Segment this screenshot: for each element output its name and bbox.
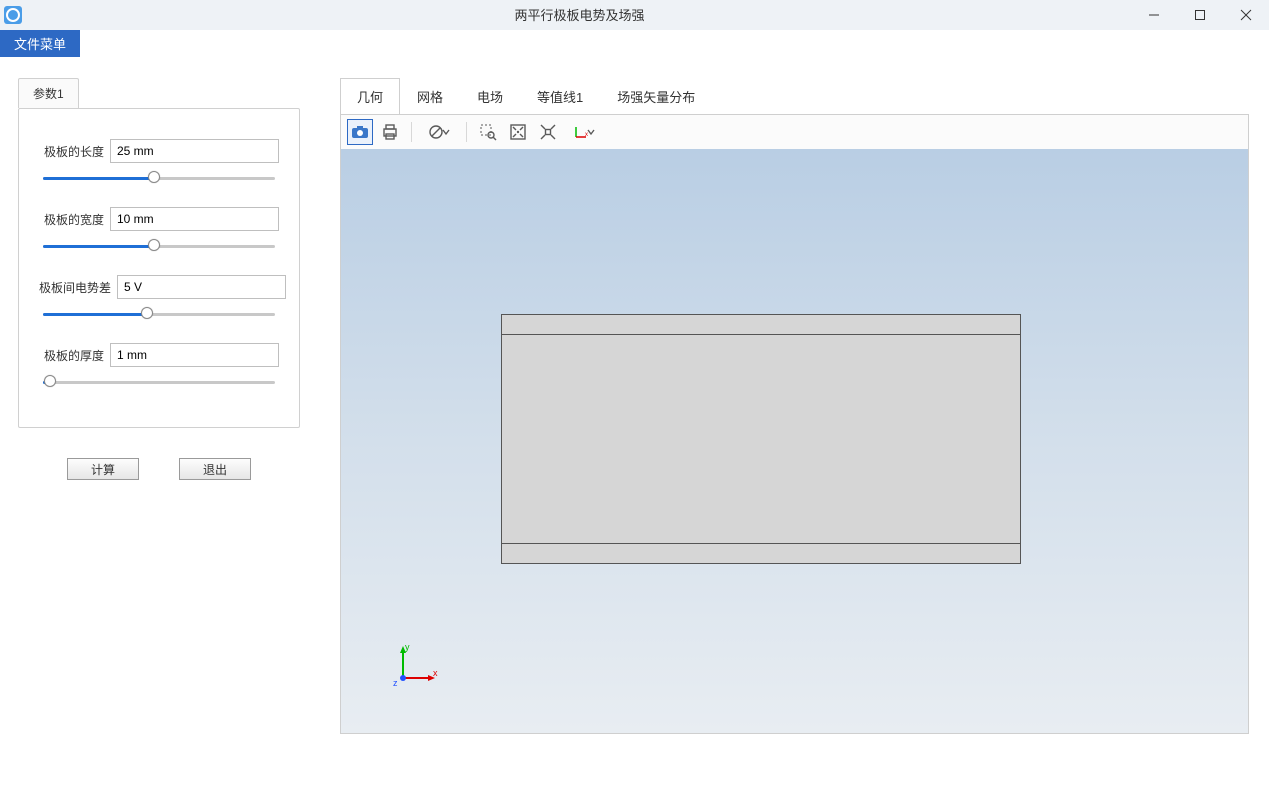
param-width-label: 极板的宽度 bbox=[39, 211, 104, 228]
view-tab-strip: 几何 网格 电场 等值线1 场强矢量分布 bbox=[340, 78, 1249, 114]
param-length-input[interactable] bbox=[110, 139, 279, 163]
param-voltage-label: 极板间电势差 bbox=[39, 279, 111, 296]
exit-button[interactable]: 退出 bbox=[179, 458, 251, 480]
action-buttons: 计算 退出 bbox=[18, 458, 300, 480]
menu-bar: 文件菜单 bbox=[0, 30, 1269, 58]
graphics-canvas[interactable]: y x z bbox=[341, 149, 1248, 733]
parallel-plate-geometry bbox=[501, 314, 1021, 564]
viewport-column: 几何 网格 电场 等值线1 场强矢量分布 bbox=[340, 78, 1249, 734]
close-button[interactable] bbox=[1223, 0, 1269, 29]
param-voltage-input[interactable] bbox=[117, 275, 286, 299]
tab-efield[interactable]: 电场 bbox=[460, 78, 520, 114]
compute-button[interactable]: 计算 bbox=[67, 458, 139, 480]
param-tab-strip: 参数1 bbox=[18, 78, 300, 108]
block-icon[interactable] bbox=[420, 119, 458, 145]
print-icon[interactable] bbox=[377, 119, 403, 145]
param-thickness-slider[interactable] bbox=[43, 373, 275, 391]
zoom-box-icon[interactable] bbox=[475, 119, 501, 145]
zoom-extents-icon[interactable] bbox=[505, 119, 531, 145]
param-voltage-slider[interactable] bbox=[43, 305, 275, 323]
axis-label-y: y bbox=[405, 642, 410, 652]
param-voltage: 极板间电势差 bbox=[39, 275, 279, 323]
graphics-toolbar: x bbox=[341, 115, 1248, 149]
parameters-panel: 极板的长度 极板的宽度 极板间电势差 bbox=[18, 108, 300, 428]
tab-geometry[interactable]: 几何 bbox=[340, 78, 400, 114]
param-width-input[interactable] bbox=[110, 207, 279, 231]
axis-label-z: z bbox=[393, 678, 398, 688]
param-tab-1[interactable]: 参数1 bbox=[18, 78, 79, 108]
axis-label-x: x bbox=[433, 668, 438, 678]
axis-triad-icon: y x z bbox=[391, 640, 441, 693]
param-width-slider[interactable] bbox=[43, 237, 275, 255]
snapshot-icon[interactable] bbox=[347, 119, 373, 145]
app-icon bbox=[4, 6, 22, 24]
param-length-label: 极板的长度 bbox=[39, 143, 104, 160]
param-length: 极板的长度 bbox=[39, 139, 279, 187]
file-menu[interactable]: 文件菜单 bbox=[0, 30, 80, 57]
param-length-slider[interactable] bbox=[43, 169, 275, 187]
toolbar-divider bbox=[411, 122, 412, 142]
param-thickness: 极板的厚度 bbox=[39, 343, 279, 391]
toolbar-divider bbox=[466, 122, 467, 142]
tab-mesh[interactable]: 网格 bbox=[400, 78, 460, 114]
parameters-column: 参数1 极板的长度 极板的宽度 bbox=[0, 78, 300, 734]
tab-contour[interactable]: 等值线1 bbox=[520, 78, 600, 114]
zoom-selection-icon[interactable] bbox=[535, 119, 561, 145]
maximize-button[interactable] bbox=[1177, 0, 1223, 29]
title-bar: 两平行极板电势及场强 bbox=[0, 0, 1269, 30]
viewport-frame: x y x bbox=[340, 114, 1249, 734]
param-thickness-input[interactable] bbox=[110, 343, 279, 367]
param-thickness-label: 极板的厚度 bbox=[39, 347, 104, 364]
window-controls bbox=[1131, 0, 1269, 29]
main-body: 参数1 极板的长度 极板的宽度 bbox=[0, 58, 1269, 734]
minimize-button[interactable] bbox=[1131, 0, 1177, 29]
param-width: 极板的宽度 bbox=[39, 207, 279, 255]
axis-view-icon[interactable]: x bbox=[565, 119, 603, 145]
tab-vectorfield[interactable]: 场强矢量分布 bbox=[600, 78, 712, 114]
window-title: 两平行极板电势及场强 bbox=[28, 5, 1131, 24]
